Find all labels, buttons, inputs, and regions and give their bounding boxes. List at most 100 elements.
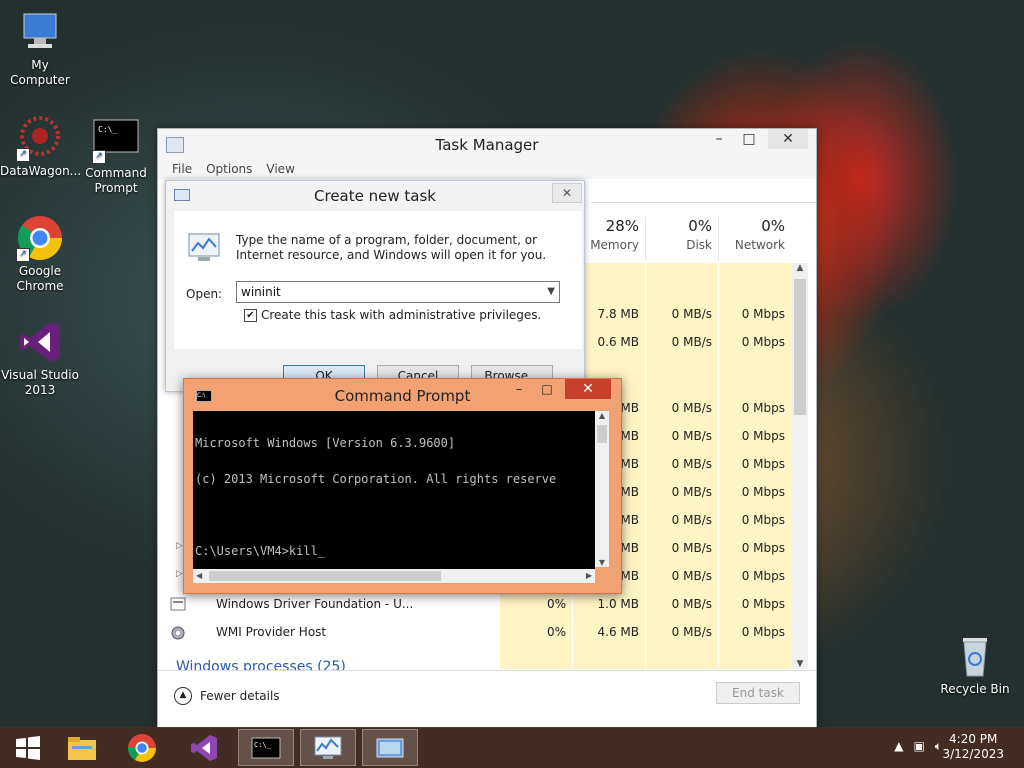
- process-disk-value: 0 MB/s: [671, 597, 712, 611]
- task-manager-icon: [314, 736, 342, 759]
- process-cpu-value: 0%: [546, 597, 566, 611]
- fewer-details-label: Fewer details: [200, 689, 280, 703]
- chrome-icon: ↗: [16, 214, 64, 262]
- scroll-left-icon[interactable]: ◀: [196, 569, 202, 583]
- console-line: Microsoft Windows [Version 6.3.9600]: [195, 436, 456, 450]
- minimize-button[interactable]: –: [507, 379, 531, 399]
- task-manager-titlebar[interactable]: Task Manager – □ ✕: [158, 129, 816, 159]
- task-manager-menubar: File Options View: [158, 159, 816, 179]
- open-input[interactable]: wininit ▼: [236, 281, 560, 303]
- chrome-icon: [128, 733, 156, 762]
- disk-column-header[interactable]: 0% Disk: [646, 217, 712, 252]
- desktop-icon-google-chrome[interactable]: ↗ Google Chrome: [0, 214, 80, 294]
- process-network-value: 0 Mbps: [741, 597, 785, 611]
- show-hidden-icons-icon[interactable]: ▲: [894, 739, 903, 754]
- command-prompt-titlebar[interactable]: C:\ Command Prompt – □ ✕: [184, 379, 621, 409]
- scroll-thumb[interactable]: [209, 571, 441, 581]
- scroll-thumb[interactable]: [597, 425, 607, 443]
- process-network-value: 0 Mbps: [741, 429, 785, 443]
- dialog-titlebar[interactable]: Create new task ✕: [166, 181, 584, 209]
- process-list-scrollbar[interactable]: ▲ ▼: [792, 263, 808, 669]
- console-line: C:\Users\VM4>kill_: [195, 544, 326, 558]
- console-line: (c) 2013 Microsoft Corporation. All righ…: [195, 472, 557, 486]
- command-prompt-window: C:\ Command Prompt – □ ✕ Microsoft Windo…: [183, 378, 622, 594]
- command-prompt-icon: C:\_: [251, 737, 281, 758]
- process-network-value: 0 Mbps: [741, 513, 785, 527]
- menu-options[interactable]: Options: [206, 159, 252, 179]
- network-icon[interactable]: ▣: [913, 739, 924, 754]
- fewer-details-button[interactable]: ▲ Fewer details: [174, 687, 280, 705]
- svg-text:C:\_: C:\_: [98, 125, 117, 134]
- open-label: Open:: [186, 287, 223, 301]
- process-icon: [170, 625, 186, 644]
- desktop-icon-my-computer[interactable]: My Computer: [0, 8, 80, 88]
- end-task-button[interactable]: End task: [716, 682, 800, 704]
- start-button[interactable]: [0, 729, 56, 766]
- taskbar-chrome[interactable]: [114, 729, 170, 766]
- taskbar-file-explorer[interactable]: [54, 729, 110, 766]
- scroll-right-icon[interactable]: ▶: [586, 569, 592, 583]
- expand-chevron-icon[interactable]: ▷: [176, 569, 183, 579]
- command-prompt-icon: C:\_ ↗: [92, 116, 140, 164]
- console-horizontal-scrollbar[interactable]: ◀ ▶: [193, 569, 595, 583]
- system-tray: ▲ ▣ 🔈︎: [894, 739, 942, 754]
- process-name[interactable]: WMI Provider Host: [216, 625, 326, 639]
- admin-privileges-label: Create this task with administrative pri…: [261, 308, 542, 322]
- close-button[interactable]: ✕: [768, 129, 808, 149]
- scroll-up-icon[interactable]: ▲: [595, 411, 609, 420]
- run-dialog-icon: [376, 738, 404, 757]
- menu-view[interactable]: View: [266, 159, 294, 179]
- desktop-icon-recycle-bin[interactable]: Recycle Bin: [935, 632, 1015, 697]
- console-vertical-scrollbar[interactable]: ▲ ▼: [595, 411, 609, 567]
- scroll-up-icon[interactable]: ▲: [792, 263, 808, 273]
- network-column-header[interactable]: 0% Network: [719, 217, 785, 252]
- checkbox-checked-icon[interactable]: ✔: [244, 308, 257, 322]
- process-disk-value: 0 MB/s: [671, 625, 712, 639]
- command-prompt-console[interactable]: Microsoft Windows [Version 6.3.9600] (c)…: [193, 411, 595, 569]
- desktop-icon-visual-studio[interactable]: Visual Studio 2013: [0, 318, 80, 398]
- process-icon: [170, 597, 186, 614]
- process-disk-value: 0 MB/s: [671, 513, 712, 527]
- minimize-button[interactable]: –: [702, 129, 736, 149]
- chevron-down-icon[interactable]: ▼: [547, 282, 555, 302]
- desktop-icon-label: DataWagon...: [0, 164, 82, 178]
- close-button[interactable]: ✕: [565, 379, 611, 399]
- desktop-icon-label: Command Prompt: [85, 166, 147, 195]
- menu-file[interactable]: File: [172, 159, 192, 179]
- clock[interactable]: 4:20 PM 3/12/2023: [942, 732, 1004, 762]
- create-new-task-dialog: Create new task ✕ Type the name of a pro…: [165, 180, 585, 392]
- disk-label: Disk: [686, 238, 712, 252]
- desktop-icon-datawagon[interactable]: ↗ DataWagon...: [0, 114, 82, 179]
- network-label: Network: [734, 238, 785, 252]
- desktop-icon-command-prompt[interactable]: C:\_ ↗ Command Prompt: [76, 116, 156, 196]
- process-network-value: 0 Mbps: [741, 485, 785, 499]
- process-name[interactable]: Windows Driver Foundation - U...: [216, 597, 413, 611]
- run-program-icon: [188, 233, 222, 266]
- process-network-value: 0 Mbps: [741, 569, 785, 583]
- scroll-down-icon[interactable]: ▼: [792, 659, 808, 669]
- process-network-value: 0 Mbps: [741, 625, 785, 639]
- desktop-icon-label: My Computer: [10, 58, 70, 87]
- maximize-button[interactable]: □: [732, 129, 766, 149]
- maximize-button[interactable]: □: [535, 379, 559, 399]
- svg-text:C:\_: C:\_: [254, 741, 272, 749]
- taskbar-task-manager[interactable]: [300, 729, 356, 766]
- process-disk-value: 0 MB/s: [671, 401, 712, 415]
- scroll-thumb[interactable]: [794, 279, 806, 415]
- desktop-icon-label: Visual Studio 2013: [1, 368, 79, 397]
- taskbar-run-dialog[interactable]: [362, 729, 418, 766]
- process-disk-value: 0 MB/s: [671, 457, 712, 471]
- taskbar-command-prompt[interactable]: C:\_: [238, 729, 294, 766]
- folder-icon: [68, 736, 96, 760]
- expand-chevron-icon[interactable]: ▷: [176, 541, 183, 551]
- scroll-down-icon[interactable]: ▼: [595, 558, 609, 567]
- taskbar-visual-studio[interactable]: [176, 729, 232, 766]
- clock-date: 3/12/2023: [942, 747, 1004, 761]
- close-button[interactable]: ✕: [552, 183, 582, 203]
- process-memory-value: 4.6 MB: [597, 625, 639, 639]
- admin-privileges-checkbox[interactable]: ✔ Create this task with administrative p…: [244, 308, 541, 322]
- computer-icon: [16, 8, 64, 56]
- process-network-value: 0 Mbps: [741, 457, 785, 471]
- volume-icon[interactable]: 🔈︎: [935, 739, 942, 754]
- dialog-message: Type the name of a program, folder, docu…: [236, 233, 547, 262]
